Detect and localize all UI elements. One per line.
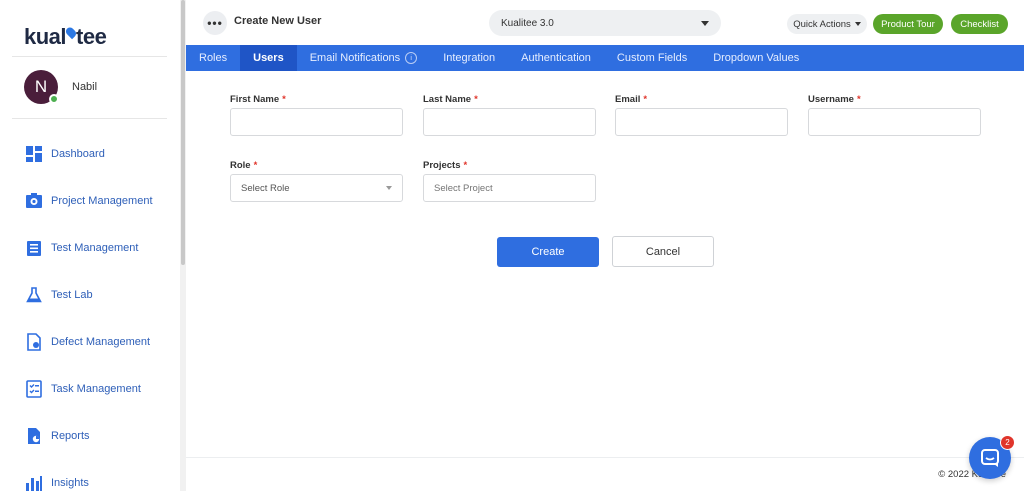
create-button-label: Create: [531, 246, 565, 258]
sidebar: kual tee N Nabil Dashboard Project Manag…: [0, 0, 180, 491]
chat-icon: [981, 449, 999, 467]
sidebar-item-label: Test Lab: [51, 288, 93, 301]
checklist-label: Checklist: [960, 18, 999, 30]
tab-label: Integration: [443, 52, 496, 64]
projects-group: Projects *: [423, 160, 596, 202]
test-management-icon: [24, 238, 44, 258]
sidebar-item-task-management[interactable]: Task Management: [0, 365, 180, 412]
avatar-initial: N: [34, 77, 48, 96]
page-title: Create New User: [234, 15, 322, 27]
role-select[interactable]: Select Role: [230, 174, 403, 202]
reports-icon: [24, 426, 44, 446]
task-icon: [24, 379, 44, 399]
avatar[interactable]: N: [24, 70, 59, 104]
sidebar-item-label: Insights: [51, 476, 89, 489]
chat-widget-button[interactable]: 2: [969, 435, 1015, 479]
username-input[interactable]: [808, 108, 981, 136]
sidebar-item-dashboard[interactable]: Dashboard: [0, 130, 180, 177]
sidebar-item-insights[interactable]: Insights: [0, 459, 180, 491]
projects-label: Projects *: [423, 160, 468, 171]
sidebar-item-label: Test Management: [51, 241, 139, 254]
sidebar-divider: [12, 56, 167, 57]
tab-roles[interactable]: Roles: [186, 45, 240, 71]
username-group: Username *: [808, 94, 981, 136]
settings-tabs: Roles Users Email Notifications i Integr…: [186, 45, 1024, 71]
info-icon[interactable]: i: [405, 52, 418, 64]
product-tour-label: Product Tour: [881, 18, 935, 30]
first-name-group: First Name *: [230, 94, 403, 136]
tab-users[interactable]: Users: [240, 45, 297, 71]
tab-label: Roles: [199, 52, 228, 64]
cancel-button-label: Cancel: [645, 245, 681, 258]
project-select[interactable]: Kualitee 3.0: [489, 10, 721, 36]
email-group: Email *: [615, 94, 788, 136]
flask-icon: [24, 285, 44, 305]
sidebar-item-label: Defect Management: [51, 335, 151, 348]
sidebar-item-test-lab[interactable]: Test Lab: [0, 271, 180, 318]
more-dots-icon: •••: [207, 16, 223, 30]
tab-label: Users: [253, 52, 284, 64]
project-management-icon: [24, 191, 44, 211]
first-name-input[interactable]: [230, 108, 403, 136]
defect-icon: [24, 332, 44, 352]
scrollbar-thumb[interactable]: [181, 0, 185, 265]
footer: © 2022 Kualitee: [186, 457, 1024, 491]
username-label: Username *: [808, 94, 861, 105]
last-name-label: Last Name *: [423, 94, 478, 105]
quick-actions-label: Quick Actions: [793, 18, 851, 30]
chevron-down-icon: [701, 20, 709, 26]
role-label: Role *: [230, 160, 258, 171]
projects-input[interactable]: [423, 174, 596, 202]
user-profile[interactable]: N Nabil: [24, 70, 97, 104]
tab-integration[interactable]: Integration: [430, 45, 508, 71]
tab-label: Custom Fields: [616, 52, 688, 64]
sidebar-item-label: Dashboard: [51, 147, 105, 160]
online-status-icon: [49, 94, 59, 104]
app-root: kual tee N Nabil Dashboard Project Manag…: [0, 0, 1024, 491]
logo-text-right: tee: [76, 24, 107, 49]
cancel-button[interactable]: Cancel: [612, 236, 714, 267]
role-group: Role * Select Role: [230, 160, 403, 202]
quick-actions-button[interactable]: Quick Actions: [787, 14, 867, 34]
chevron-down-icon: [854, 22, 861, 26]
kualitee-logo[interactable]: kual tee: [24, 22, 107, 52]
checklist-button[interactable]: Checklist: [951, 14, 1008, 34]
tab-label: Email Notifications: [309, 52, 401, 64]
tab-email-notifications[interactable]: Email Notifications i: [297, 45, 430, 71]
insights-icon: [24, 473, 44, 491]
create-user-form: First Name * Last Name * Email * Username * …: [186, 71, 1024, 457]
sidebar-item-defect-management[interactable]: Defect Management: [0, 318, 180, 365]
tab-custom-fields[interactable]: Custom Fields: [604, 45, 700, 71]
project-select-value: Kualitee 3.0: [501, 17, 554, 29]
sidebar-item-label: Task Management: [51, 382, 141, 395]
email-label: Email *: [615, 94, 648, 105]
top-bar: ••• Create New User Kualitee 3.0 Quick A…: [186, 0, 1024, 45]
first-name-label: First Name *: [230, 94, 286, 105]
tab-dropdown-values[interactable]: Dropdown Values: [700, 45, 812, 71]
sidebar-item-label: Reports: [51, 429, 90, 442]
sidebar-item-project-management[interactable]: Project Management: [0, 177, 180, 224]
last-name-input[interactable]: [423, 108, 596, 136]
last-name-group: Last Name *: [423, 94, 596, 136]
tab-label: Authentication: [521, 52, 591, 64]
sidebar-item-label: Project Management: [51, 194, 153, 207]
role-select-value: Select Role: [241, 182, 290, 194]
logo-text-left: kual: [24, 24, 67, 49]
notification-count-badge: 2: [1000, 435, 1015, 450]
sidebar-divider: [12, 118, 167, 119]
sidebar-nav: Dashboard Project Management Test Manage…: [0, 130, 180, 491]
sidebar-item-reports[interactable]: Reports: [0, 412, 180, 459]
dashboard-icon: [24, 144, 44, 164]
email-input[interactable]: [615, 108, 788, 136]
user-name: Nabil: [72, 81, 98, 93]
chevron-down-icon: [386, 186, 392, 190]
sidebar-item-test-management[interactable]: Test Management: [0, 224, 180, 271]
tab-authentication[interactable]: Authentication: [508, 45, 604, 71]
product-tour-button[interactable]: Product Tour: [873, 14, 943, 34]
create-button[interactable]: Create: [497, 237, 599, 267]
more-menu-button[interactable]: •••: [203, 11, 227, 35]
tab-label: Dropdown Values: [713, 52, 800, 64]
